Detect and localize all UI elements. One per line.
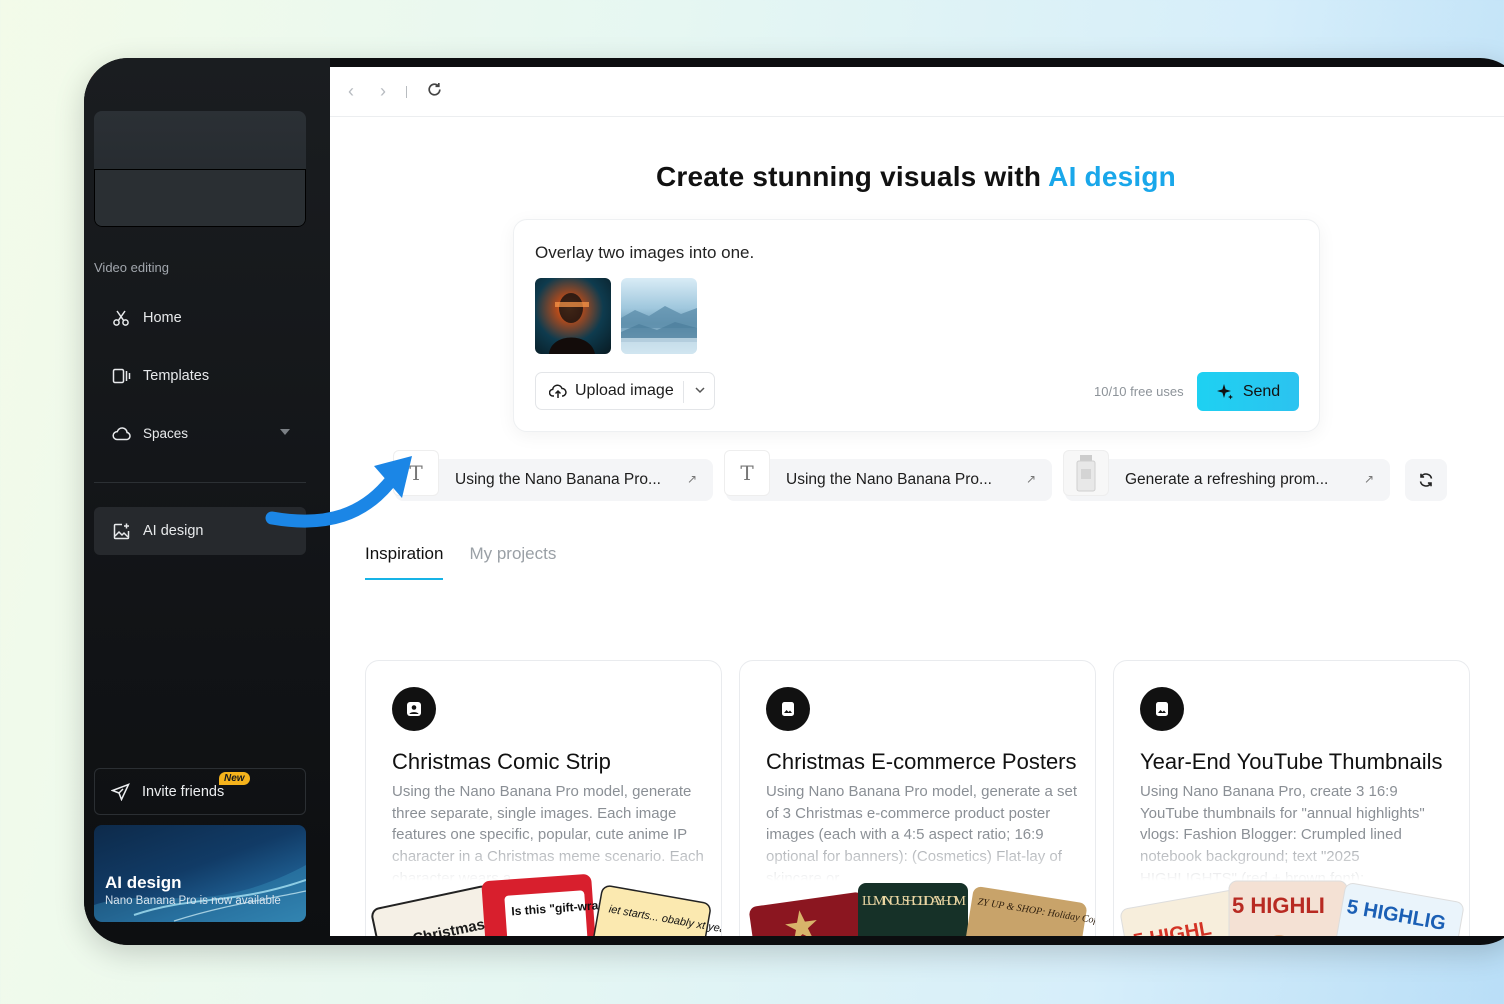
reload-icon[interactable]	[427, 81, 442, 102]
prompt-input[interactable]: Overlay two images into one.	[535, 243, 754, 263]
toolbar-separator	[406, 85, 407, 98]
templates-icon	[111, 366, 131, 386]
suggestion-chip-1[interactable]: T Using the Nano Banana Pro... ↗	[393, 450, 713, 501]
sidebar-divider	[94, 482, 306, 483]
sidebar-section-label: Video editing	[94, 260, 169, 275]
card-preview-images: LUMINOUS HOLIDAY HOM ZY UP & SHOP: Holid…	[749, 883, 1095, 936]
invite-friends-label: Invite friends	[142, 783, 225, 800]
sidebar-item-label: AI design	[143, 523, 204, 539]
browser-toolbar: ‹ ›	[330, 67, 1504, 117]
text-type-icon: T	[724, 450, 770, 496]
prompt-box[interactable]: Overlay two images into one. Upload imag…	[513, 219, 1320, 432]
sidebar-item-label: Home	[143, 310, 182, 326]
tab-inspiration[interactable]: Inspiration	[365, 544, 444, 580]
scissors-icon	[111, 308, 131, 328]
sidebar-item-ai-design[interactable]: AI design	[94, 507, 306, 555]
account-card-lower	[94, 169, 306, 227]
card-title: Year-End YouTube Thumbnails	[1140, 749, 1443, 774]
sidebar-item-spaces[interactable]: Spaces	[94, 409, 306, 457]
suggestion-chip-3[interactable]: Generate a refreshing prom... ↗	[1063, 450, 1390, 501]
tab-my-projects[interactable]: My projects	[469, 544, 556, 580]
preview-text: LUMINOUS HOLIDAY HOM	[862, 894, 967, 909]
card-preview-images: 5 HIGHL 5 HIGHLI 5 HIGHLIG	[1120, 880, 1464, 936]
card-description: Using Nano Banana Pro, create 3 16:9 You…	[1140, 783, 1425, 881]
suggestion-label: Using the Nano Banana Pro...	[786, 471, 992, 488]
main-content: ‹ › Create stunning visuals with AI desi…	[330, 67, 1504, 936]
arrow-up-right-icon: ↗	[686, 472, 697, 486]
promo-title: AI design	[105, 873, 182, 892]
chevron-down-icon[interactable]	[693, 383, 707, 397]
app-window: Video editing Home Templates Spaces AI d…	[84, 58, 1504, 945]
chevron-down-icon[interactable]	[280, 429, 290, 435]
refresh-suggestions-button[interactable]	[1405, 459, 1447, 501]
suggestion-label: Generate a refreshing prom...	[1125, 471, 1329, 488]
suggestion-label: Using the Nano Banana Pro...	[455, 471, 661, 488]
ai-image-icon	[111, 521, 131, 541]
headline-accent: AI design	[1048, 161, 1176, 192]
send-button[interactable]: Send	[1197, 372, 1299, 411]
account-card[interactable]	[94, 111, 306, 227]
sparkle-icon	[1216, 383, 1234, 401]
preview-text: 5 HIGHLI	[1232, 893, 1325, 918]
card-title: Christmas E-commerce Posters	[766, 749, 1077, 774]
card-title: Christmas Comic Strip	[392, 749, 611, 774]
cloud-icon	[111, 423, 131, 443]
image-badge-icon	[1140, 687, 1184, 731]
inspiration-card[interactable]: Christmas Comic Strip Using the Nano Ban…	[365, 660, 722, 936]
sidebar-item-home[interactable]: Home	[94, 294, 306, 342]
arrow-up-right-icon: ↗	[1363, 472, 1374, 486]
cloud-upload-icon	[549, 383, 567, 399]
product-image-icon	[1063, 450, 1109, 496]
card-preview-images: My Christmas Spirit: Level Is this "gift…	[371, 874, 721, 936]
text-type-icon: T	[393, 450, 439, 496]
inspiration-card[interactable]: Christmas E-commerce Posters Using Nano …	[739, 660, 1096, 936]
card-description: Using Nano Banana Pro model, generate a …	[766, 783, 1078, 881]
sidebar-item-label: Spaces	[143, 425, 189, 441]
tab-bar: Inspiration My projects	[365, 544, 556, 580]
portrait-badge-icon	[392, 687, 436, 731]
free-uses-counter: 10/10 free uses	[1094, 384, 1184, 399]
send-label: Send	[1242, 382, 1281, 400]
upload-image-label: Upload image	[575, 382, 674, 399]
new-badge: New	[219, 772, 250, 785]
arrow-up-right-icon: ↗	[1025, 472, 1036, 486]
image-badge-icon	[766, 687, 810, 731]
promo-subtitle: Nano Banana Pro is now available	[105, 895, 281, 907]
sidebar-item-label: Templates	[143, 368, 210, 384]
page-headline: Create stunning visuals with AI design	[330, 161, 1502, 193]
portrait-graphic	[549, 293, 595, 354]
mountain-graphic	[621, 306, 697, 354]
uploaded-image-portrait[interactable]	[535, 278, 611, 354]
upload-separator	[683, 381, 684, 403]
card-description: Using the Nano Banana Pro model, generat…	[392, 783, 704, 881]
invite-friends-button[interactable]: Invite friends New	[94, 768, 306, 815]
forward-icon[interactable]: ›	[380, 81, 386, 102]
ai-design-promo-banner[interactable]: AI design Nano Banana Pro is now availab…	[94, 825, 306, 922]
suggestion-chip-2[interactable]: T Using the Nano Banana Pro... ↗	[724, 450, 1052, 501]
uploaded-image-mountains[interactable]	[621, 278, 697, 354]
headline-prefix: Create stunning visuals with	[655, 161, 1042, 192]
back-icon[interactable]: ‹	[348, 81, 354, 102]
upload-image-button[interactable]: Upload image	[535, 372, 715, 410]
inspiration-card[interactable]: Year-End YouTube Thumbnails Using Nano B…	[1113, 660, 1470, 936]
sidebar-item-templates[interactable]: Templates	[94, 352, 306, 400]
refresh-icon	[1418, 472, 1434, 488]
send-plane-icon	[111, 782, 130, 801]
sidebar: Video editing Home Templates Spaces AI d…	[84, 58, 330, 945]
